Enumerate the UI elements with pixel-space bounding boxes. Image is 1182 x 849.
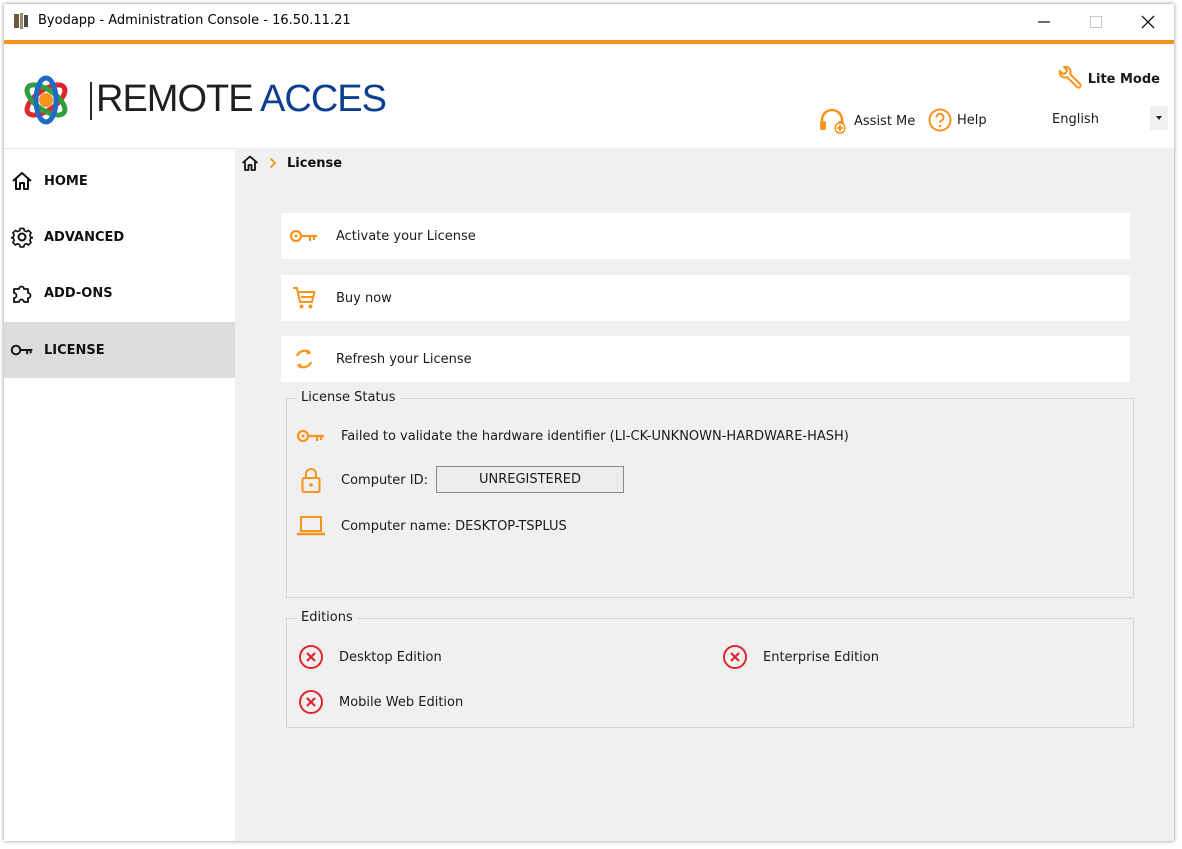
app-icon <box>14 13 28 29</box>
cart-icon <box>289 283 319 313</box>
language-value: English <box>1052 112 1099 127</box>
edition-label: Enterprise Edition <box>763 649 879 665</box>
language-select[interactable]: English <box>1048 104 1168 134</box>
action-label: Activate your License <box>336 228 476 244</box>
assist-me-button[interactable]: Assist Me <box>818 108 915 134</box>
key-icon <box>10 338 34 362</box>
maximize-icon <box>1090 16 1102 28</box>
activate-license-button[interactable]: Activate your License <box>281 213 1130 259</box>
sidebar-item-add-ons[interactable]: ADD-ONS <box>4 265 235 321</box>
chevron-right-icon <box>269 157 277 169</box>
title-bar: Byodapp - Administration Console - 16.50… <box>4 4 1174 40</box>
hardware-status-row: Failed to validate the hardware identifi… <box>295 421 849 451</box>
laptop-icon <box>295 511 327 541</box>
hardware-status-message: Failed to validate the hardware identifi… <box>341 428 849 444</box>
sidebar-item-label: ADVANCED <box>44 229 125 245</box>
sidebar-item-advanced[interactable]: ADVANCED <box>4 209 235 265</box>
error-circle-icon <box>297 688 325 716</box>
brand-logo-icon <box>24 75 68 125</box>
computer-name-row: Computer name: DESKTOP-TSPLUS <box>295 511 567 541</box>
brand-divider <box>90 82 92 120</box>
brand-word-remote: REMOTE <box>96 78 254 120</box>
help-button[interactable]: Help <box>928 108 987 132</box>
action-label: Refresh your License <box>336 351 472 367</box>
home-icon <box>10 169 34 193</box>
minimize-button[interactable] <box>1018 4 1070 40</box>
action-label: Buy now <box>336 290 392 306</box>
sidebar-item-label: HOME <box>44 173 88 189</box>
close-icon <box>1141 15 1155 29</box>
license-status-group: License Status Failed to validate the ha… <box>286 390 1134 598</box>
computer-id-row: Computer ID: <box>295 465 428 495</box>
error-circle-icon <box>297 643 325 671</box>
help-icon <box>928 108 952 132</box>
breadcrumb: License <box>241 154 342 172</box>
wrench-icon <box>1058 66 1082 89</box>
lite-mode-label: Lite Mode <box>1087 71 1160 87</box>
editions-title: Editions <box>297 610 357 625</box>
window-title: Byodapp - Administration Console - 16.50… <box>38 13 351 28</box>
lock-icon <box>295 465 327 495</box>
refresh-icon <box>289 344 319 374</box>
breadcrumb-current: License <box>287 155 343 171</box>
edition-label: Desktop Edition <box>339 649 442 665</box>
editions-group: Editions Desktop Edition Enterprise Edit… <box>286 610 1134 728</box>
computer-name: Computer name: DESKTOP-TSPLUS <box>341 518 567 534</box>
headset-icon <box>820 108 846 134</box>
minimize-icon <box>1038 21 1050 23</box>
edition-mobile-web: Mobile Web Edition <box>297 688 463 716</box>
sidebar-item-license[interactable]: LICENSE <box>4 322 235 378</box>
assist-me-label: Assist Me <box>854 113 916 129</box>
error-circle-icon <box>721 643 749 671</box>
main-content: License Activate your License Buy now Re… <box>235 148 1174 841</box>
header: REMOTE ACCES Lite Mode Assist Me Help En… <box>4 44 1174 148</box>
close-button[interactable] <box>1122 4 1174 40</box>
refresh-license-button[interactable]: Refresh your License <box>281 336 1130 382</box>
key-icon <box>289 221 319 251</box>
sidebar-item-label: LICENSE <box>44 342 105 358</box>
breadcrumb-home-icon[interactable] <box>241 154 259 172</box>
maximize-button[interactable] <box>1070 4 1122 40</box>
sidebar-item-label: ADD-ONS <box>44 285 113 301</box>
computer-id-field[interactable]: UNREGISTERED <box>436 466 624 493</box>
help-label: Help <box>957 112 987 128</box>
puzzle-icon <box>10 281 34 305</box>
edition-enterprise: Enterprise Edition <box>721 643 879 671</box>
lite-mode-button[interactable]: Lite Mode <box>1056 66 1160 92</box>
edition-desktop: Desktop Edition <box>297 643 442 671</box>
dropdown-arrow-icon[interactable] <box>1150 106 1168 130</box>
edition-label: Mobile Web Edition <box>339 694 464 710</box>
brand-name: REMOTE ACCES <box>96 77 387 121</box>
app-window: Byodapp - Administration Console - 16.50… <box>4 4 1174 841</box>
gear-icon <box>10 225 34 249</box>
sidebar-item-home[interactable]: HOME <box>4 153 235 209</box>
computer-id-label: Computer ID: <box>341 472 428 488</box>
key-icon <box>295 421 327 451</box>
license-status-title: License Status <box>297 390 400 405</box>
buy-now-button[interactable]: Buy now <box>281 275 1130 321</box>
brand-word-acces: ACCES <box>260 78 387 120</box>
sidebar: HOME ADVANCED ADD-ONS LICENSE <box>4 148 235 841</box>
